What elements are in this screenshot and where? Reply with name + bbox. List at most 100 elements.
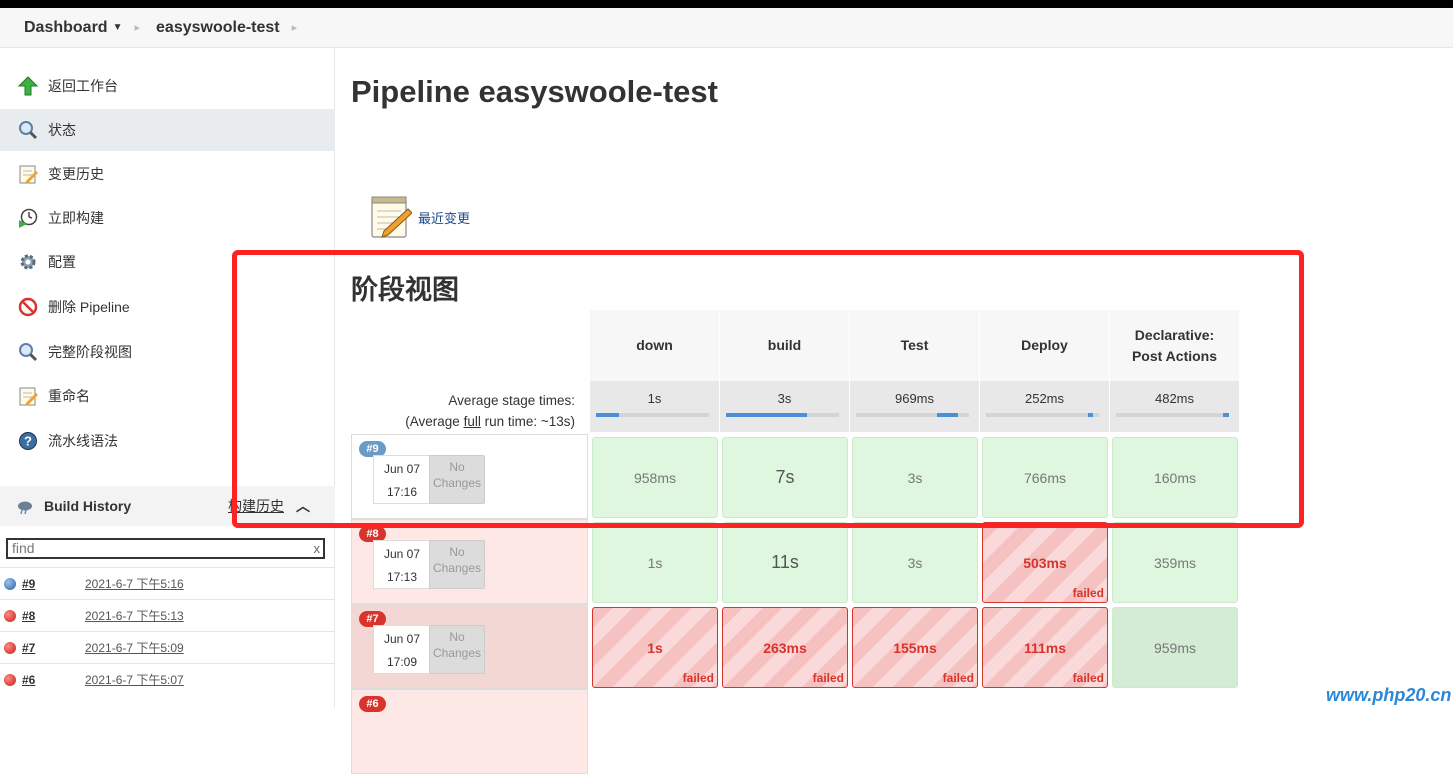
avg-runtime-full-link[interactable]: full — [464, 414, 481, 429]
sidebar-item[interactable]: 立即构建 — [0, 197, 335, 239]
run-date: Jun 07 — [383, 462, 421, 476]
stage-duration: 766ms — [1023, 469, 1067, 486]
avg-runtime-post: run time: ~13s) — [480, 414, 575, 429]
clock-play-icon[interactable] — [16, 206, 40, 230]
build-date-link[interactable]: 2021-6-7 下午5:16 — [85, 575, 184, 592]
stage-average-bar — [986, 413, 1099, 417]
stage-cell[interactable]: 1s failed — [592, 607, 718, 688]
stage-header: Deploy — [979, 310, 1109, 381]
build-trend-link[interactable]: 构建历史 — [228, 496, 284, 516]
magnifier-icon[interactable] — [16, 340, 40, 364]
breadcrumb-dashboard[interactable]: Dashboard ▼ — [24, 19, 122, 37]
stage-cell[interactable]: 3s — [852, 522, 978, 603]
stage-cell[interactable]: 263ms failed — [722, 607, 848, 688]
stage-cell[interactable]: 11s — [722, 522, 848, 603]
success-ball-icon — [4, 577, 16, 590]
run-date-box: Jun 07 17:16 — [373, 455, 431, 504]
stage-duration: 111ms — [1023, 639, 1067, 656]
sidebar-item-label[interactable]: 立即构建 — [48, 208, 104, 228]
sidebar-item[interactable]: 重命名 — [0, 375, 335, 417]
recent-changes-label[interactable]: 最近变更 — [418, 208, 470, 227]
window-top-bar — [0, 0, 1453, 8]
stage-average-time: 3s — [777, 391, 792, 406]
failed-label: failed — [942, 671, 974, 685]
build-date-link[interactable]: 2021-6-7 下午5:13 — [85, 607, 184, 624]
failed-label: failed — [1072, 671, 1104, 685]
no-entry-icon[interactable] — [16, 295, 40, 319]
stage-cell[interactable]: 111ms failed — [982, 607, 1108, 688]
stage-average-cell: 969ms — [849, 381, 979, 432]
stage-duration: 958ms — [633, 469, 677, 486]
sidebar-item-label[interactable]: 配置 — [48, 252, 76, 272]
avg-runtime-pre: (Average — [405, 414, 464, 429]
notepad-pencil-icon[interactable] — [370, 195, 412, 239]
no-changes-badge[interactable]: No Changes — [429, 540, 485, 589]
stage-cell[interactable]: 958ms — [592, 437, 718, 518]
magnifier-icon[interactable] — [16, 118, 40, 142]
clear-search-icon[interactable]: x — [314, 540, 321, 557]
stage-duration: 1s — [647, 554, 663, 571]
build-number-link[interactable]: #9 — [22, 577, 35, 591]
sidebar-item-label[interactable]: 返回工作台 — [48, 76, 118, 96]
up-arrow-icon[interactable] — [16, 74, 40, 98]
stage-cell[interactable]: 359ms — [1112, 522, 1238, 603]
gear-icon[interactable] — [16, 250, 40, 274]
sidebar-item[interactable]: 删除 Pipeline — [0, 286, 335, 328]
sidebar-item-label[interactable]: 变更历史 — [48, 164, 104, 184]
sidebar-item-label[interactable]: 重命名 — [48, 386, 90, 406]
stage-cell[interactable]: 7s — [722, 437, 848, 518]
sidebar-item[interactable]: 完整阶段视图 — [0, 331, 335, 373]
sidebar-item[interactable]: ? 流水线语法 — [0, 420, 335, 462]
build-date-link[interactable]: 2021-6-7 下午5:09 — [85, 639, 184, 656]
run-number-badge[interactable]: #6 — [359, 696, 386, 712]
failed-label: failed — [682, 671, 714, 685]
notepad-icon[interactable] — [16, 162, 40, 186]
sidebar-item[interactable]: 变更历史 — [0, 153, 335, 195]
breadcrumb-job[interactable]: easyswoole-test — [156, 19, 280, 37]
breadcrumb-separator-icon[interactable]: ▸ — [292, 21, 298, 34]
sidebar-item-label[interactable]: 完整阶段视图 — [48, 342, 132, 362]
build-number-link[interactable]: #7 — [22, 641, 35, 655]
recent-changes-link[interactable]: 最近变更 — [370, 195, 470, 239]
stage-cell[interactable]: 503ms failed — [982, 522, 1108, 603]
help-icon[interactable]: ? — [16, 429, 40, 453]
sidebar-item-label[interactable]: 流水线语法 — [48, 431, 118, 451]
stage-cell[interactable]: 1s — [592, 522, 718, 603]
run-date-box: Jun 07 17:09 — [373, 625, 431, 674]
stage-cell[interactable]: 3s — [852, 437, 978, 518]
build-search-input[interactable]: find x — [6, 538, 325, 559]
build-history-row[interactable]: #6 2021-6-7 下午5:07 — [0, 663, 335, 695]
caret-down-icon[interactable]: ▼ — [113, 22, 123, 33]
run-date: Jun 07 — [383, 632, 421, 646]
build-number-link[interactable]: #8 — [22, 609, 35, 623]
notepad-icon[interactable] — [16, 384, 40, 408]
stage-cell[interactable]: 155ms failed — [852, 607, 978, 688]
failed-ball-icon — [4, 641, 16, 654]
sidebar-item[interactable]: 返回工作台 — [0, 65, 335, 107]
sidebar-item[interactable]: 状态 — [0, 109, 335, 151]
stage-cell[interactable]: 160ms — [1112, 437, 1238, 518]
stage-average-time: 252ms — [1024, 391, 1065, 406]
stage-average-time: 482ms — [1154, 391, 1195, 406]
stage-cell[interactable]: 959ms — [1112, 607, 1238, 688]
run-time: 17:09 — [386, 655, 418, 669]
breadcrumb-dashboard-label[interactable]: Dashboard — [24, 19, 108, 37]
pipeline-run-row: #8 Jun 07 17:13 No Changes 1s 11s 3s 503ms faile… — [351, 519, 1241, 604]
no-changes-badge[interactable]: No Changes — [429, 625, 485, 674]
no-changes-badge[interactable]: No Changes — [429, 455, 485, 504]
stage-cell[interactable]: 766ms — [982, 437, 1108, 518]
build-history-row[interactable]: #8 2021-6-7 下午5:13 — [0, 599, 335, 631]
build-number-link[interactable]: #6 — [22, 673, 35, 687]
stage-average-time: 1s — [647, 391, 662, 406]
build-date-link[interactable]: 2021-6-7 下午5:07 — [85, 671, 184, 688]
sidebar: 返回工作台 状态 变更历史 立即构建 配置 删除 Pipeline 完整阶段视图 重命名? 流水… — [0, 48, 335, 708]
sidebar-item-label[interactable]: 删除 Pipeline — [48, 297, 130, 317]
breadcrumb: Dashboard ▼ ▸ easyswoole-test ▸ — [0, 8, 1453, 48]
build-history-row[interactable]: #9 2021-6-7 下午5:16 — [0, 567, 335, 599]
run-time: 17:16 — [386, 485, 418, 499]
chevron-up-icon[interactable]: ︿ — [296, 496, 310, 516]
build-history-row[interactable]: #7 2021-6-7 下午5:09 — [0, 631, 335, 663]
sidebar-item-label[interactable]: 状态 — [48, 120, 76, 140]
stage-duration: 359ms — [1153, 554, 1197, 571]
sidebar-item[interactable]: 配置 — [0, 241, 335, 283]
